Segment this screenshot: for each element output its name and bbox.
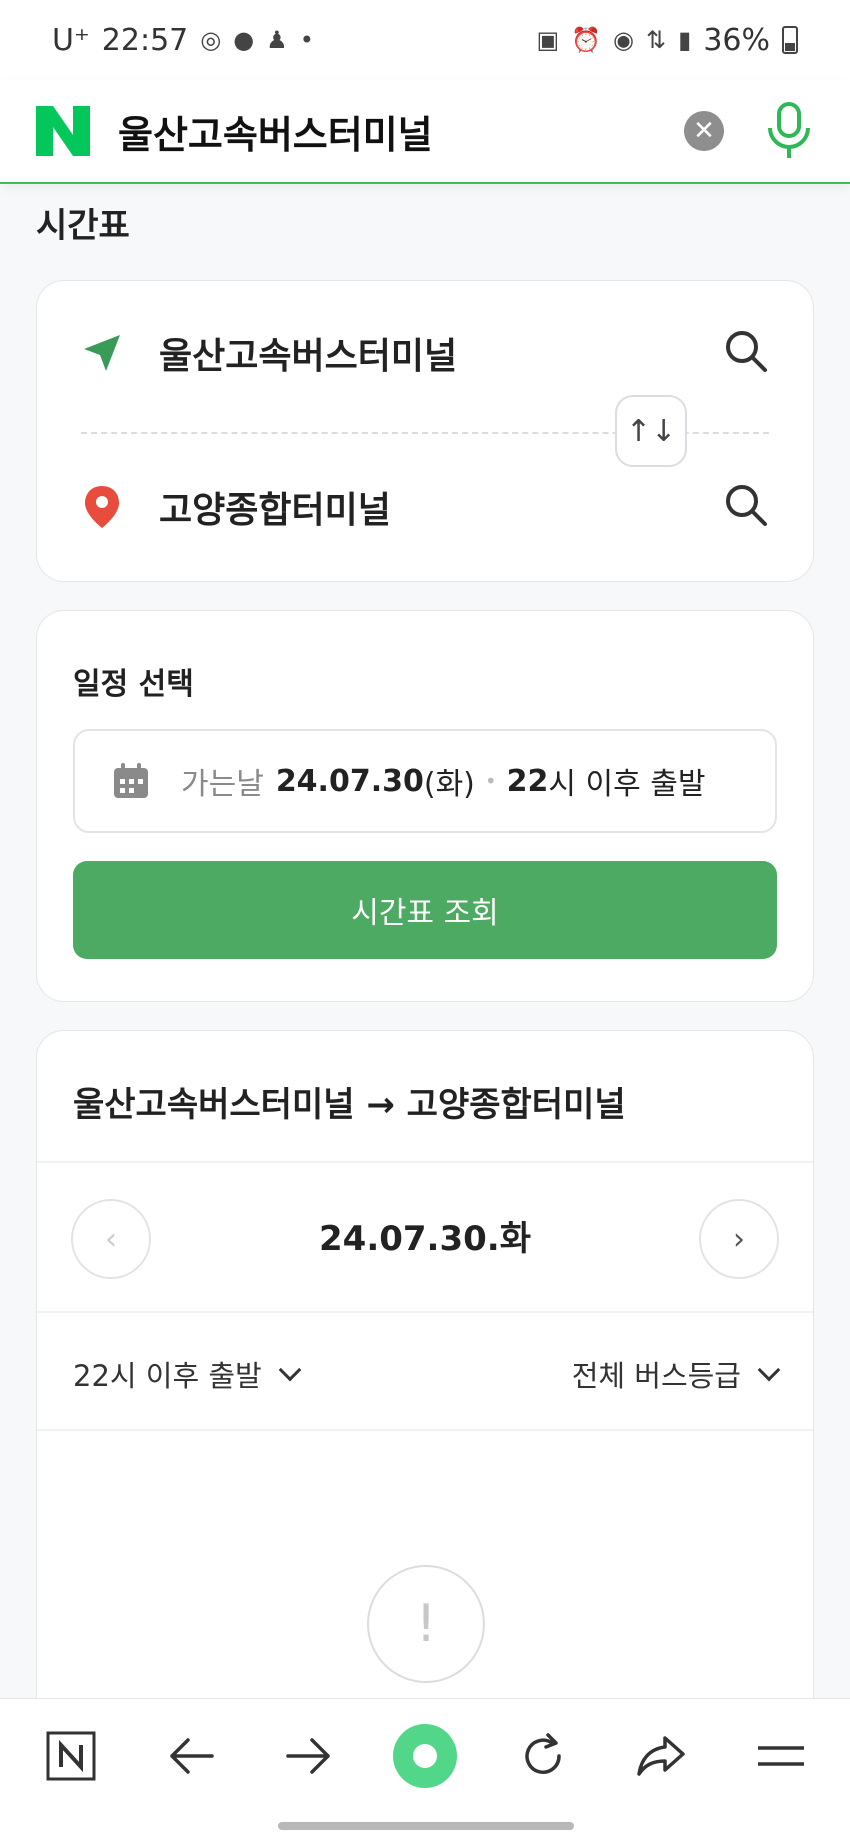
results-card: 울산고속버스터미널 → 고양종합터미널 ‹ 24.07.30.화 › 22시 이…	[36, 1030, 814, 1790]
divider	[37, 1429, 813, 1431]
results-date: 24.07.30.화	[319, 1219, 531, 1259]
app-icon: ♟	[266, 26, 288, 54]
departure-weekday: (화)	[423, 767, 475, 802]
origin-name: 울산고속버스터미널	[159, 336, 458, 377]
bus-grade-filter-label: 전체 버스등급	[571, 1359, 741, 1393]
menu-icon[interactable]	[746, 1721, 816, 1791]
carrier-label: U⁺	[52, 22, 90, 58]
search-header: 울산고속버스터미널 ✕	[0, 80, 850, 184]
swap-arrows-icon: ↑↓	[625, 413, 677, 449]
chevron-down-icon	[278, 1358, 302, 1382]
navigation-arrow-icon	[77, 328, 127, 378]
instagram-icon: ◎	[200, 26, 222, 54]
route-card: 울산고속버스터미널 ↑↓ 고양종합터미널	[36, 280, 814, 582]
nfc-icon: ▣	[536, 26, 560, 54]
time-filter-label: 22시 이후 출발	[73, 1359, 262, 1393]
destination-search-icon[interactable]	[723, 482, 773, 532]
bus-grade-filter-dropdown[interactable]: 전체 버스등급	[571, 1353, 781, 1395]
origin-row[interactable]: 울산고속버스터미널	[77, 313, 773, 393]
back-arrow-icon[interactable]	[156, 1721, 226, 1791]
schedule-label: 일정 선택	[73, 667, 194, 702]
departure-date: 24.07.30	[275, 763, 424, 799]
hotspot-icon: ◉	[613, 26, 634, 54]
origin-search-icon[interactable]	[723, 328, 773, 378]
departure-hour-suffix: 시 이후 출발	[548, 767, 706, 802]
location-pin-icon	[77, 482, 127, 532]
destination-row[interactable]: 고양종합터미널	[77, 467, 773, 547]
forward-arrow-icon[interactable]	[274, 1721, 344, 1791]
results-route-title: 울산고속버스터미널 → 고양종합터미널	[73, 1085, 626, 1125]
date-selector[interactable]: 가는날 24.07.30 (화) • 22 시 이후 출발	[73, 729, 777, 833]
home-indicator[interactable]	[278, 1822, 574, 1830]
departure-hour: 22	[506, 763, 549, 799]
browser-toolbar	[0, 1698, 850, 1842]
chevron-down-icon	[757, 1358, 781, 1382]
signal-icon: ▮	[678, 26, 692, 54]
divider	[37, 1311, 813, 1313]
status-bar: U⁺ 22:57 ◎ ● ♟ • ▣ ⏰ ◉ ⇅ ▮ 36%	[0, 0, 850, 80]
next-date-button[interactable]: ›	[699, 1199, 779, 1279]
clear-search-button[interactable]: ✕	[684, 111, 724, 151]
view-timetable-button[interactable]: 시간표 조회	[73, 861, 777, 959]
share-icon[interactable]	[626, 1721, 696, 1791]
calendar-icon	[111, 761, 151, 801]
more-dot-icon: •	[299, 26, 314, 54]
exclamation-icon: !	[367, 1565, 485, 1683]
separator-dot: •	[484, 769, 497, 793]
time-filter-dropdown[interactable]: 22시 이후 출발	[73, 1353, 302, 1395]
destination-name: 고양종합터미널	[159, 490, 391, 531]
clock: 22:57	[101, 22, 189, 58]
naver-logo-icon[interactable]	[36, 106, 90, 156]
refresh-icon[interactable]	[508, 1721, 578, 1791]
chevron-right-icon: ›	[733, 1221, 745, 1257]
battery-percent: 36%	[703, 22, 770, 58]
lte-icon: ⇅	[645, 26, 667, 54]
battery-icon	[782, 26, 798, 54]
search-input[interactable]: 울산고속버스터미널	[118, 104, 684, 159]
page-title: 시간표	[36, 206, 130, 246]
swap-route-button[interactable]: ↑↓	[615, 395, 687, 467]
date-prefix: 가는날	[181, 767, 264, 802]
alarm-icon: ⏰	[571, 26, 602, 54]
naver-home-icon[interactable]	[36, 1721, 106, 1791]
schedule-card: 일정 선택 가는날 24.07.30 (화) • 22 시 이후 출발 시간표 …	[36, 610, 814, 1002]
chat-icon: ●	[233, 26, 255, 54]
date-summary: 가는날 24.07.30 (화) • 22 시 이후 출발	[181, 759, 706, 803]
microphone-icon[interactable]	[764, 101, 814, 161]
divider	[37, 1161, 813, 1163]
green-dot-icon[interactable]	[390, 1721, 460, 1791]
